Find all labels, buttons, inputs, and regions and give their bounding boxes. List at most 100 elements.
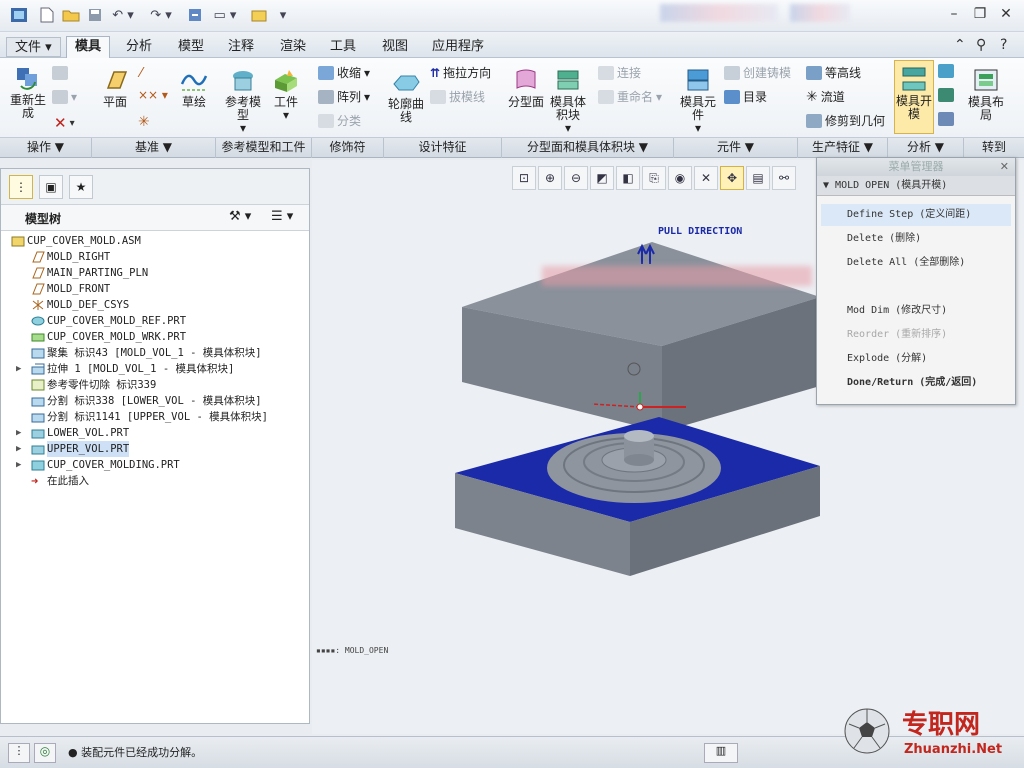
analysis-icon-2[interactable] [938, 88, 954, 102]
expand-icon[interactable]: ▶ [16, 457, 26, 473]
tab-analysis[interactable]: 分析 [118, 37, 160, 58]
group-datum[interactable]: 基准 ▼ [92, 138, 216, 158]
close-window-icon[interactable] [248, 5, 270, 25]
search-icon[interactable]: ⚲ [976, 37, 986, 53]
parting-surface-button[interactable]: 分型面 [508, 66, 544, 109]
menu-item-done-return[interactable]: Done/Return (完成/返回) [821, 372, 1011, 394]
restore-icon[interactable]: ❐ [970, 6, 990, 22]
minimize-icon[interactable]: – [944, 6, 964, 22]
drag-direction-button[interactable]: ⇈ 拖拉方向 [430, 64, 491, 81]
open-folder-icon[interactable] [60, 5, 82, 25]
tree-item[interactable]: CUP_COVER_MOLD_WRK.PRT [1, 329, 301, 345]
tree-item[interactable]: 参考零件切除 标识339 [1, 377, 301, 393]
rename-button[interactable]: 重命名 ▾ [598, 88, 662, 105]
tree-item[interactable]: ▶ 拉伸 1 [MOLD_VOL_1 - 模具体积块] [1, 361, 301, 377]
help-icon[interactable]: ? [1000, 37, 1007, 53]
classify-button[interactable]: 分类 [318, 112, 361, 129]
tab-view[interactable]: 视图 [374, 37, 416, 58]
reference-model-button[interactable]: 参考模型 ▾ [222, 66, 264, 135]
close-icon[interactable]: ✕ [996, 6, 1016, 22]
new-file-icon[interactable] [36, 5, 58, 25]
shrink-button[interactable]: 收缩 ▾ [318, 64, 370, 81]
tree-item[interactable]: MAIN_PARTING_PLN [1, 265, 301, 281]
model-tree-tab-icon[interactable]: ⋮ [9, 175, 33, 199]
contour-line-button[interactable]: 等高线 [806, 64, 861, 81]
runner-button[interactable]: ✳ 流道 [806, 88, 845, 105]
expand-icon[interactable]: ▶ [16, 425, 26, 441]
point-icon[interactable]: ×× ▾ [138, 88, 168, 102]
group-production-features[interactable]: 生产特征 ▼ [798, 138, 888, 158]
analysis-icon-3[interactable] [938, 112, 954, 126]
menu-item-define-step[interactable]: Define Step (定义间距) [821, 204, 1011, 226]
tree-item[interactable]: ▶ LOWER_VOL.PRT [1, 425, 301, 441]
undo-icon[interactable]: ↶ ▾ [108, 5, 138, 25]
redo-icon[interactable]: ↷ ▾ [146, 5, 176, 25]
delete-icon[interactable]: ✕ ▾ [54, 114, 75, 132]
menu-item-explode[interactable]: Explode (分解) [821, 348, 1011, 370]
tree-settings-icon[interactable]: ⚒ ▾ [229, 209, 251, 224]
regenerate-icon[interactable] [184, 5, 206, 25]
tab-tools[interactable]: 工具 [322, 37, 364, 58]
connect-button[interactable]: 连接 [598, 64, 641, 81]
regenerate-button[interactable]: 重新生成 [6, 64, 50, 120]
collapse-ribbon-icon[interactable]: ⌃ [954, 37, 966, 53]
tab-annotate[interactable]: 注释 [220, 37, 262, 58]
group-components[interactable]: 元件 ▼ [674, 138, 798, 158]
expand-icon[interactable]: ▶ [16, 441, 26, 457]
contour-curve-button[interactable]: 轮廓曲线 [386, 68, 426, 124]
draft-line-button[interactable]: 拔模线 [430, 88, 485, 105]
save-icon[interactable] [84, 5, 106, 25]
expand-icon[interactable]: ▶ [16, 361, 26, 377]
navigator-toggle-icon[interactable]: ⋮ [8, 743, 30, 763]
tab-file[interactable]: 文件 ▾ [6, 37, 61, 57]
workpiece-button[interactable]: 工件 ▾ [268, 66, 304, 122]
close-icon[interactable]: ✕ [1000, 158, 1009, 176]
tab-mold[interactable]: 模具 [66, 36, 111, 59]
qat-dropdown-icon[interactable]: ▾ [272, 5, 294, 25]
tab-render[interactable]: 渲染 [272, 37, 314, 58]
menu-manager-submenu[interactable]: ▼ MOLD OPEN (模具开模) [817, 176, 1015, 196]
trim-to-geometry-button[interactable]: 修剪到几何 [806, 112, 885, 129]
tree-item[interactable]: 分割 标识1141 [UPPER_VOL - 模具体积块] [1, 409, 301, 425]
menu-item-delete[interactable]: Delete (删除) [821, 228, 1011, 250]
tree-item[interactable]: 聚集 标识43 [MOLD_VOL_1 - 模具体积块] [1, 345, 301, 361]
tree-item[interactable]: CUP_COVER_MOLD_REF.PRT [1, 313, 301, 329]
plane-button[interactable]: 平面 [96, 66, 134, 109]
csys-icon[interactable]: ✳ [138, 114, 150, 130]
group-parting-volume[interactable]: 分型面和模具体积块 ▼ [502, 138, 674, 158]
sketch-button[interactable]: 草绘 [174, 66, 214, 109]
pull-direction-label: PULL DIRECTION [658, 226, 743, 237]
axis-icon[interactable]: ⁄ [140, 66, 142, 81]
mold-volume-button[interactable]: 模具体积块 ▾ [546, 66, 590, 135]
selection-filter-icon[interactable]: ▥ [704, 743, 738, 763]
analysis-icon-1[interactable] [938, 64, 954, 78]
tab-model[interactable]: 模型 [170, 37, 212, 58]
menu-item-mod-dim[interactable]: Mod Dim (修改尺寸) [821, 300, 1011, 322]
group-analysis[interactable]: 分析 ▼ [888, 138, 964, 158]
tree-item[interactable]: MOLD_DEF_CSYS [1, 297, 301, 313]
paste-icon[interactable]: ▾ [52, 90, 77, 104]
tree-columns-icon[interactable]: ☰ ▾ [271, 209, 293, 224]
mold-layout-button[interactable]: 模具布局 [966, 66, 1006, 122]
browser-toggle-icon[interactable]: ◎ [34, 743, 56, 763]
tab-applications[interactable]: 应用程序 [424, 37, 492, 58]
menu-item-delete-all[interactable]: Delete All (全部删除) [821, 252, 1011, 274]
tree-item[interactable]: CUP_COVER_MOLD.ASM [1, 233, 301, 249]
group-operations[interactable]: 操作 ▼ [0, 138, 92, 158]
windows-icon[interactable]: ▭ ▾ [208, 5, 242, 25]
tree-item[interactable]: ▶ CUP_COVER_MOLDING.PRT [1, 457, 301, 473]
create-casting-button[interactable]: 创建铸模 [724, 64, 791, 81]
tree-item[interactable]: ➜ 在此插入 [1, 473, 301, 489]
mold-open-button[interactable]: 模具开模 [894, 60, 934, 134]
tree-item[interactable]: 分割 标识338 [LOWER_VOL - 模具体积块] [1, 393, 301, 409]
catalog-button[interactable]: 目录 [724, 88, 767, 105]
folder-browser-tab-icon[interactable]: ▣ [39, 175, 63, 199]
pattern-button[interactable]: 阵列 ▾ [318, 88, 370, 105]
mold-component-button[interactable]: 模具元件 ▾ [678, 66, 718, 135]
tree-item[interactable]: MOLD_RIGHT [1, 249, 301, 265]
favorites-tab-icon[interactable]: ★ [69, 175, 93, 199]
copy-icon[interactable] [52, 66, 68, 80]
tree-item[interactable]: MOLD_FRONT [1, 281, 301, 297]
tree-item[interactable]: ▶ UPPER_VOL.PRT [1, 441, 301, 457]
datum-plane-icon [32, 251, 45, 263]
